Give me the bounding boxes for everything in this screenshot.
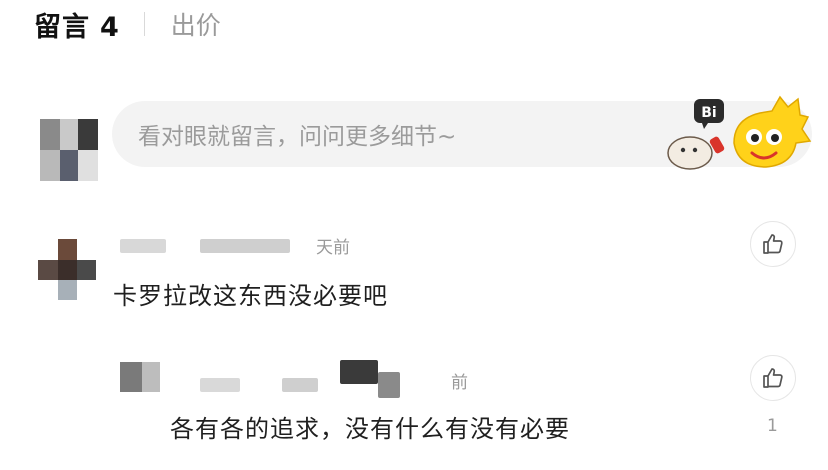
thumbs-up-icon xyxy=(763,368,783,388)
comment-count: 4 xyxy=(100,11,120,43)
comment-time: 天前 xyxy=(316,238,350,258)
thumbs-up-icon xyxy=(763,234,783,254)
commenter-avatar[interactable] xyxy=(38,239,96,300)
reply-text: 各有各的追求，没有什么有没有必要 xyxy=(170,415,570,443)
replier-avatar[interactable] xyxy=(120,362,160,392)
tab-comments[interactable]: 留言 4 xyxy=(34,5,120,44)
comment-input-placeholder: 看对眼就留言，问问更多细节~ xyxy=(138,124,457,150)
reply-like-button[interactable] xyxy=(750,355,796,401)
tab-comments-label: 留言 xyxy=(34,11,90,43)
reply-like-count: 1 xyxy=(767,416,778,436)
comment-tabs: 留言 4 出价 xyxy=(34,4,221,44)
current-user-avatar xyxy=(40,119,98,181)
mascot-badge-text: Bi xyxy=(701,105,716,121)
tab-divider xyxy=(143,12,145,36)
mascot-illustration: Bi xyxy=(667,95,812,170)
comment-like-button[interactable] xyxy=(750,221,796,267)
tab-bids[interactable]: 出价 xyxy=(171,6,221,42)
comment-text: 卡罗拉改这东西没必要吧 xyxy=(113,282,388,310)
reply-time: 前 xyxy=(451,373,468,393)
